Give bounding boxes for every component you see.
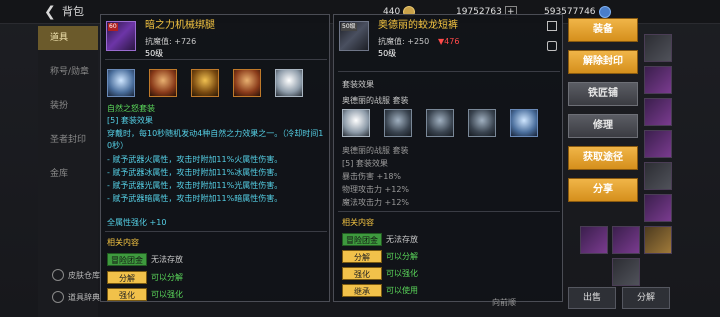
mechanical-leggings-icon: 60	[106, 21, 136, 51]
inventory-slot[interactable]	[580, 226, 608, 254]
repair-button[interactable]: 修理	[568, 114, 638, 138]
divider	[338, 211, 560, 212]
back-arrow-icon[interactable]: ❮	[44, 2, 56, 22]
vault-tag: 冒险团金库	[107, 253, 147, 278]
item-name: 暗之力机械绑腿	[145, 20, 215, 31]
enhance-tag: 强化	[107, 288, 147, 301]
inventory-slot[interactable]	[644, 194, 672, 222]
item-dictionary-link[interactable]: 道具辞典	[52, 290, 100, 304]
item-tooltip-right: 50级 奥德丽的蛟龙短裤 抗魔值: +250 ▼476 50级 套装效果 奥德丽…	[333, 14, 563, 302]
page-title: 背包	[62, 5, 84, 18]
set-name: 奥德丽的战服 套装	[342, 96, 409, 105]
obtain-route-button[interactable]: 获取途径	[568, 146, 638, 170]
related-content-title: 相关内容	[107, 238, 139, 247]
disassemble-button[interactable]: 分解	[622, 287, 670, 309]
inventory-slot[interactable]	[644, 34, 672, 62]
set-effect-fire: - 赋予武器火属性，攻击时附加11%火属性伤害。	[107, 155, 283, 164]
item-stat: 抗魔值: +250	[378, 37, 430, 46]
set-effect-crit: 暴击伤害 +18%	[342, 172, 402, 181]
inherit-tag: 继承	[342, 284, 382, 297]
disassemble-tag: 分解	[342, 250, 382, 263]
inventory-screen: ❮ 背包 440 19752763 + 593577746 道具 称号/勋章 装…	[0, 0, 720, 317]
divider	[105, 59, 327, 60]
set-piece-icon	[426, 109, 454, 137]
set-piece-icon	[191, 69, 219, 97]
sell-button[interactable]: 出售	[568, 287, 616, 309]
set-name-secondary: 奥德丽的战服 套装	[342, 146, 409, 155]
menu-item-titles[interactable]: 称号/勋章	[38, 60, 98, 84]
inventory-slot[interactable]	[644, 66, 672, 94]
set-desc-line1: 穿戴时，每10秒随机发动4种自然之力效果之一。（冷却时间1	[107, 129, 324, 138]
book-icon	[52, 291, 64, 303]
divider	[338, 71, 560, 72]
skin-icon	[52, 269, 64, 281]
inherit-status: 可以使用	[386, 286, 418, 295]
set-effect-header: 套装效果	[342, 80, 374, 89]
set-name: 自然之怒套装	[107, 104, 155, 113]
inventory-slot[interactable]	[644, 226, 672, 254]
vault-status: 无法存放	[151, 255, 183, 264]
item-dictionary-label: 道具辞典	[68, 292, 100, 302]
inventory-slot[interactable]	[612, 226, 640, 254]
set-effect-light: - 赋予武器光属性，攻击时附加11%光属性伤害。	[107, 181, 283, 190]
unseal-button[interactable]: 解除封印	[568, 50, 638, 74]
set-piece-icon	[233, 69, 261, 97]
inventory-slot[interactable]	[644, 130, 672, 158]
set-effect-title: [5] 套装效果	[342, 159, 388, 168]
set-piece-icon	[149, 69, 177, 97]
vault-status: 无法存放	[386, 235, 418, 244]
dragon-shorts-icon: 50级	[339, 21, 369, 51]
set-piece-icon	[342, 109, 370, 137]
disassemble-status: 可以分解	[386, 252, 418, 261]
set-piece-icon	[107, 69, 135, 97]
item-tooltip-left: 60 暗之力机械绑腿 抗魔值: +726 50级 自然之怒套装 [5] 套装效果…	[100, 14, 330, 302]
inventory-slot[interactable]	[644, 98, 672, 126]
item-stat: 抗魔值: +726	[145, 37, 197, 46]
item-stat-diff: ▼476	[438, 37, 460, 46]
skin-storage-label: 皮肤仓库	[68, 270, 100, 280]
set-effect-title: [5] 套装效果	[107, 116, 153, 125]
item-level-tag: 60	[108, 23, 118, 31]
set-effect-physical: 物理攻击力 +12%	[342, 185, 410, 194]
share-icon[interactable]	[547, 21, 557, 31]
set-piece-icon	[384, 109, 412, 137]
set-piece-icon	[468, 109, 496, 137]
item-level-tag: 50级	[341, 23, 357, 31]
related-content-title: 相关内容	[342, 218, 374, 227]
inventory-slot[interactable]	[644, 162, 672, 190]
disassemble-tag: 分解	[107, 271, 147, 284]
lock-icon[interactable]	[547, 41, 557, 51]
gem-icon	[598, 6, 611, 18]
set-effect-dark: - 赋予武器暗属性，攻击时附加11%暗属性伤害。	[107, 194, 283, 203]
disassemble-status: 可以分解	[151, 273, 183, 282]
sort-label[interactable]: 向前顺	[492, 297, 516, 308]
menu-item-avatar[interactable]: 装扮	[38, 94, 98, 118]
divider	[105, 231, 327, 232]
all-attribute-bonus: 全属性强化 +10	[107, 218, 167, 227]
equip-button[interactable]: 装备	[568, 18, 638, 42]
menu-item-props[interactable]: 道具	[38, 26, 98, 50]
item-name: 奥德丽的蛟龙短裤	[378, 20, 458, 31]
set-piece-icon	[275, 69, 303, 97]
menu-item-vault[interactable]: 金库	[38, 162, 98, 186]
enhance-status: 可以强化	[386, 269, 418, 278]
set-effect-magic: 魔法攻击力 +12%	[342, 198, 410, 207]
blacksmith-button[interactable]: 铁匠铺	[568, 82, 638, 106]
item-level: 50级	[145, 49, 164, 58]
item-level: 50级	[378, 49, 397, 58]
share-button[interactable]: 分享	[568, 178, 638, 202]
set-desc-line2: 0秒）	[107, 141, 129, 150]
skin-storage-link[interactable]: 皮肤仓库	[52, 268, 100, 282]
inventory-slot[interactable]	[612, 258, 640, 286]
enhance-tag: 强化	[342, 267, 382, 280]
vault-tag: 冒险团金库	[342, 233, 382, 258]
set-piece-icon	[510, 109, 538, 137]
menu-item-seal[interactable]: 圣者封印	[38, 128, 98, 152]
enhance-status: 可以强化	[151, 290, 183, 299]
set-effect-ice: - 赋予武器冰属性，攻击时附加11%冰属性伤害。	[107, 168, 283, 177]
